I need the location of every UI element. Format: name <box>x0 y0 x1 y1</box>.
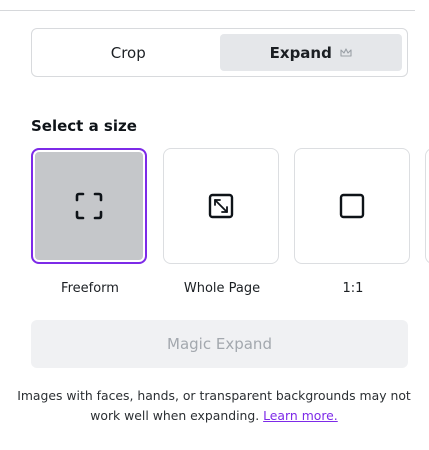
learn-more-link[interactable]: Learn more. <box>263 408 338 423</box>
size-tile <box>163 148 279 264</box>
expand-panel: Crop Expand Select a size Freeform Whole… <box>0 0 429 450</box>
tab-crop[interactable]: Crop <box>37 34 220 71</box>
whole-page-expand-icon <box>208 193 234 219</box>
size-option-next-partial[interactable] <box>425 148 429 264</box>
square-icon <box>339 193 365 219</box>
freeform-icon <box>75 192 103 220</box>
top-divider <box>0 10 415 11</box>
tab-crop-label: Crop <box>110 43 146 62</box>
size-option-label: Freeform <box>61 281 119 296</box>
size-option-label: Whole Page <box>183 281 261 296</box>
tab-expand-label: Expand <box>269 43 332 62</box>
size-options: Freeform Whole Page 1:1 <box>31 148 429 308</box>
crop-expand-toggle: Crop Expand <box>31 28 408 77</box>
warning-text: Images with faces, hands, or transparent… <box>17 388 411 423</box>
size-option-1-1[interactable]: 1:1 <box>294 148 412 296</box>
size-tile <box>31 148 147 264</box>
magic-expand-button[interactable]: Magic Expand <box>31 320 408 368</box>
crown-icon <box>340 47 352 57</box>
size-option-label: 1:1 <box>342 281 364 296</box>
magic-expand-label: Magic Expand <box>167 335 272 353</box>
expand-warning-note: Images with faces, hands, or transparent… <box>14 386 414 426</box>
select-size-title: Select a size <box>31 117 137 135</box>
size-option-freeform[interactable]: Freeform <box>31 148 149 296</box>
tab-expand[interactable]: Expand <box>219 34 402 71</box>
size-tile <box>294 148 410 264</box>
size-option-whole-page[interactable]: Whole Page <box>163 148 281 296</box>
